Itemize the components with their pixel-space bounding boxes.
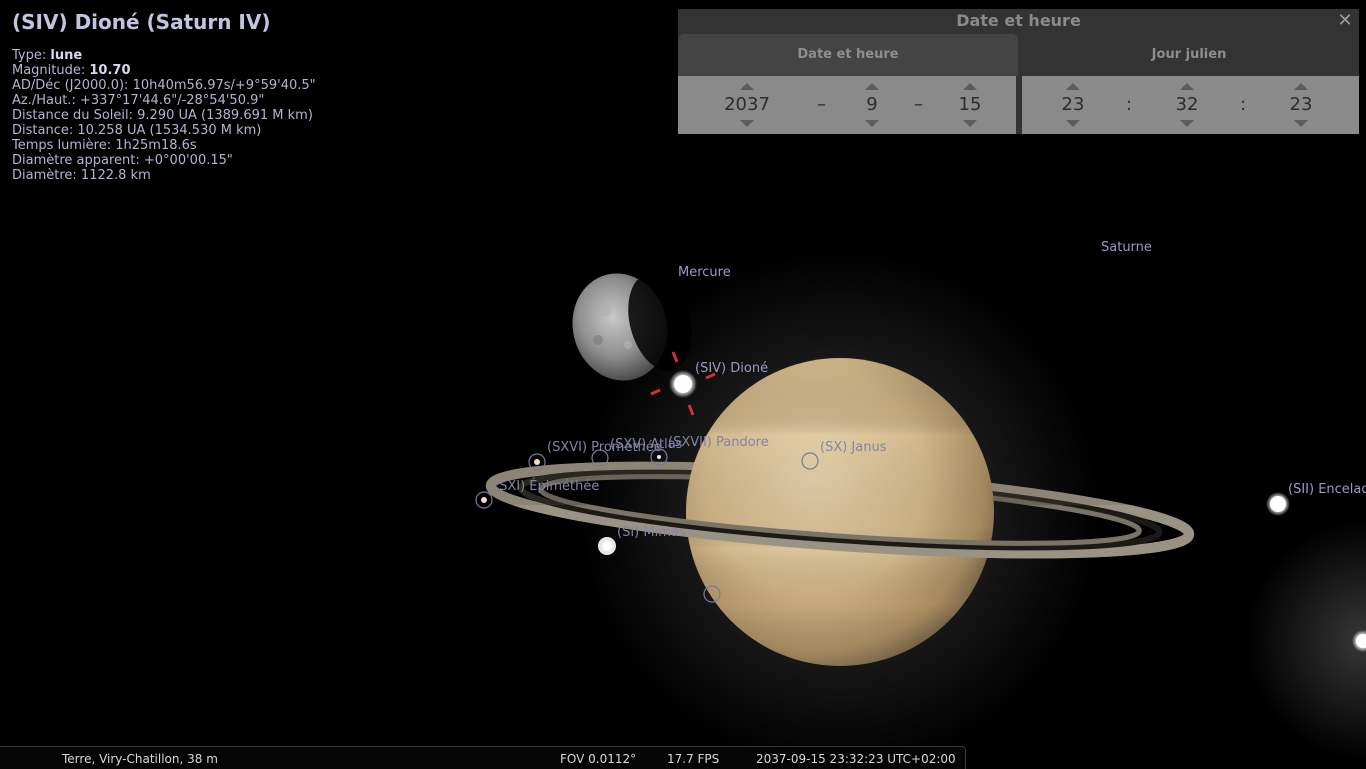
- date-separator: –: [817, 94, 826, 115]
- label-dione[interactable]: (SIV) Dioné: [695, 361, 768, 376]
- year-spinbox[interactable]: 2037: [719, 76, 775, 134]
- date-separator: –: [914, 94, 923, 115]
- month-value[interactable]: 9: [844, 94, 900, 116]
- saturn-planet[interactable]: [686, 358, 994, 666]
- time-separator: :: [1126, 94, 1133, 115]
- close-icon[interactable]: ✕: [1335, 9, 1355, 33]
- label-encelade[interactable]: (SII) Encelade: [1288, 482, 1366, 497]
- minute-spinbox[interactable]: 32: [1159, 76, 1215, 134]
- minute-down-arrow-icon[interactable]: [1180, 120, 1194, 127]
- info-value: lune: [50, 48, 83, 63]
- info-value: 1122.8 km: [80, 168, 151, 183]
- object-title: (SIV) Dioné (Saturn IV): [12, 10, 271, 34]
- object-info-row: Diamètre apparent: +0°00'00.15": [12, 153, 316, 168]
- day-spinbox[interactable]: 15: [942, 76, 998, 134]
- day-up-arrow-icon[interactable]: [963, 83, 977, 90]
- time-pane: 23 : 32 : 23: [1022, 76, 1359, 134]
- info-label: Diamètre:: [12, 168, 81, 183]
- object-info-row: Distance: 10.258 UA (1534.530 M km): [12, 123, 316, 138]
- info-label: AD/Déc (J2000.0):: [12, 78, 133, 93]
- second-down-arrow-icon[interactable]: [1294, 120, 1308, 127]
- epimetheus-moon[interactable]: [475, 491, 493, 509]
- info-label: Diamètre apparent:: [12, 153, 144, 168]
- year-up-arrow-icon[interactable]: [740, 83, 754, 90]
- info-value: 10.70: [89, 63, 131, 78]
- year-value[interactable]: 2037: [719, 94, 775, 116]
- month-down-arrow-icon[interactable]: [865, 120, 879, 127]
- info-value: +337°17'44.6"/-28°54'50.9": [79, 93, 265, 108]
- year-down-arrow-icon[interactable]: [740, 120, 754, 127]
- object-info-row: AD/Déc (J2000.0): 10h40m56.97s/+9°59'40.…: [12, 78, 316, 93]
- object-info-panel: (SIV) Dioné (Saturn IV) Type: lune Magnit…: [12, 10, 316, 183]
- offscreen-moon-glow: [1246, 520, 1366, 760]
- second-spinbox[interactable]: 23: [1273, 76, 1329, 134]
- enceladus-moon[interactable]: [1266, 492, 1290, 516]
- object-info-row: Type: lune: [12, 48, 316, 63]
- month-up-arrow-icon[interactable]: [865, 83, 879, 90]
- status-datetime[interactable]: 2037-09-15 23:32:23 UTC+02:00: [756, 752, 956, 766]
- object-info-row: Distance du Soleil: 9.290 UA (1389.691 M…: [12, 108, 316, 123]
- dione-moon[interactable]: [669, 370, 697, 398]
- info-value: +0°00'00.15": [143, 153, 233, 168]
- hour-down-arrow-icon[interactable]: [1066, 120, 1080, 127]
- mimas-moon[interactable]: [598, 537, 616, 555]
- date-pane: 2037 – 9 – 15: [678, 76, 1016, 134]
- label-epimethee[interactable]: (SXI) Épiméthée: [494, 479, 599, 494]
- label-saturne[interactable]: Saturne: [1101, 240, 1152, 255]
- month-spinbox[interactable]: 9: [844, 76, 900, 134]
- object-info-row: Diamètre: 1122.8 km: [12, 168, 316, 183]
- hour-up-arrow-icon[interactable]: [1066, 83, 1080, 90]
- status-fov: FOV 0.0112°: [560, 752, 637, 766]
- label-janus[interactable]: (SX) Janus: [820, 440, 887, 455]
- label-mercure[interactable]: Mercure: [678, 265, 731, 280]
- hour-value[interactable]: 23: [1045, 94, 1101, 116]
- window-title: Date et heure: [956, 11, 1081, 30]
- status-fps: 17.7 FPS: [667, 752, 720, 766]
- info-value: 9.290 UA (1389.691 M km): [137, 108, 313, 123]
- minute-value[interactable]: 32: [1159, 94, 1215, 116]
- info-label: Distance:: [12, 123, 78, 138]
- object-info-rows: Type: lune Magnitude: 10.70 AD/Déc (J2000.…: [12, 48, 316, 183]
- day-down-arrow-icon[interactable]: [963, 120, 977, 127]
- time-separator: :: [1240, 94, 1247, 115]
- info-label: Az./Haut.:: [12, 93, 80, 108]
- object-info-row: Az./Haut.: +337°17'44.6"/-28°54'50.9": [12, 93, 316, 108]
- label-pandore[interactable]: (SXVII) Pandore: [668, 435, 769, 450]
- date-time-window: Date et heure ✕ Date et heure Jour julie…: [678, 9, 1359, 134]
- info-label: Distance du Soleil:: [12, 108, 138, 123]
- second-value[interactable]: 23: [1273, 94, 1329, 116]
- info-value: 1h25m18.6s: [115, 138, 197, 153]
- label-mimas[interactable]: (SI) Mimas: [617, 525, 686, 540]
- info-label: Magnitude:: [12, 63, 90, 78]
- info-value: 10h40m56.97s/+9°59'40.5": [132, 78, 316, 93]
- tab-jour-julien[interactable]: Jour julien: [1019, 34, 1359, 76]
- info-label: Temps lumière:: [12, 138, 116, 153]
- status-location[interactable]: Terre, Viry-Chatillon, 38 m: [62, 752, 218, 766]
- info-value: 10.258 UA (1534.530 M km): [77, 123, 262, 138]
- minute-up-arrow-icon[interactable]: [1180, 83, 1194, 90]
- tab-date-et-heure[interactable]: Date et heure: [678, 34, 1018, 76]
- day-value[interactable]: 15: [942, 94, 998, 116]
- second-up-arrow-icon[interactable]: [1294, 83, 1308, 90]
- status-bar: Terre, Viry-Chatillon, 38 m FOV 0.0112° …: [0, 746, 966, 769]
- object-info-row: Magnitude: 10.70: [12, 63, 316, 78]
- info-label: Type:: [12, 48, 51, 63]
- hour-spinbox[interactable]: 23: [1045, 76, 1101, 134]
- object-info-row: Temps lumière: 1h25m18.6s: [12, 138, 316, 153]
